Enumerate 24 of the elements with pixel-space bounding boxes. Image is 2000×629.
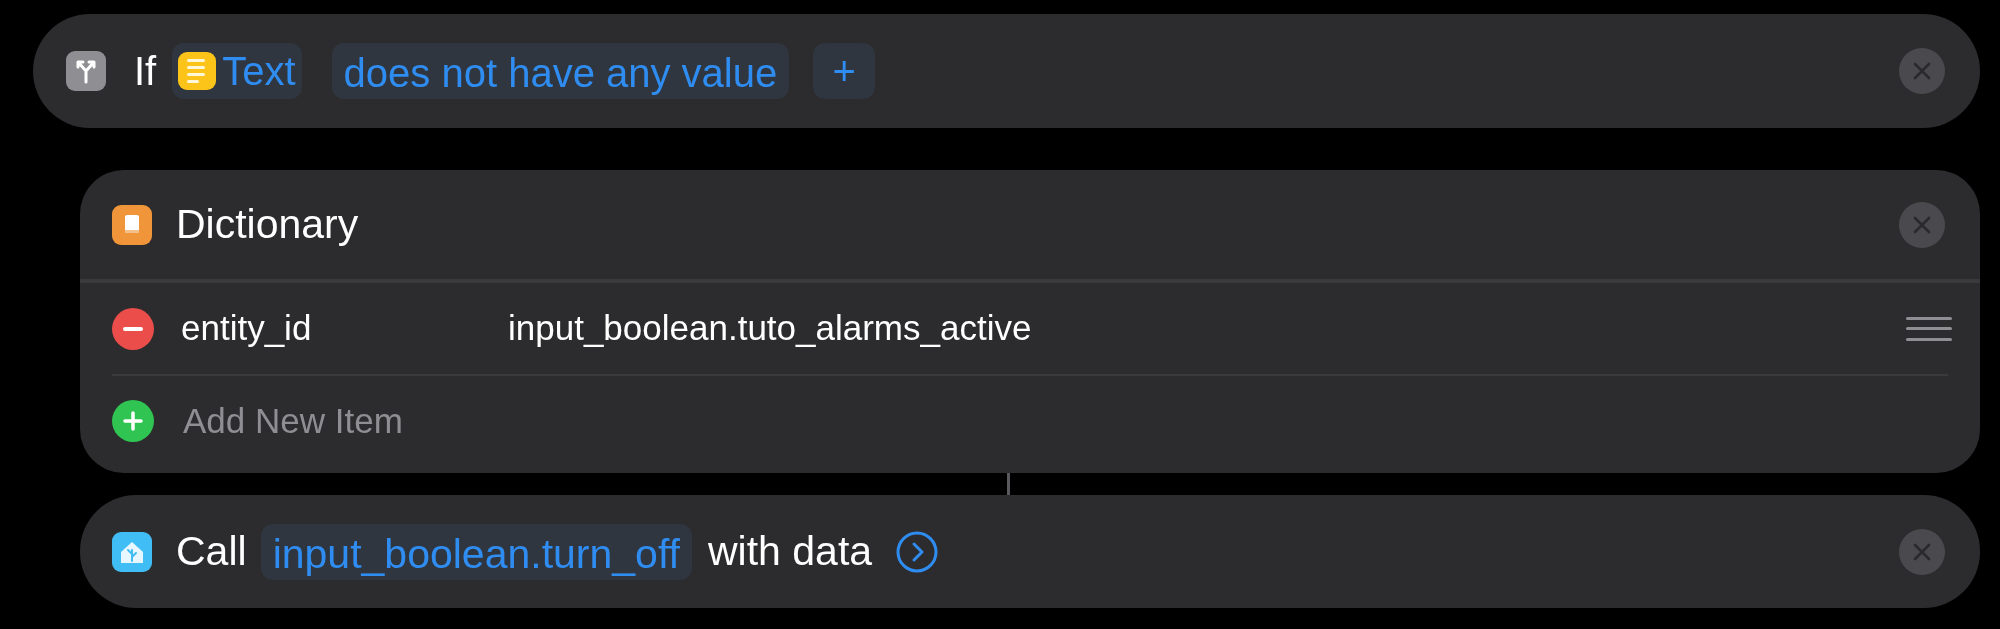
book-icon [112,204,152,245]
variable-token[interactable]: Text [172,43,302,99]
minus-icon [123,326,143,331]
plus-icon [112,400,154,442]
close-icon [1912,541,1932,562]
block-title: Dictionary [176,199,359,249]
branch-icon [66,51,106,91]
with-data-label: with data [707,526,873,576]
house-icon [112,531,152,572]
chevron-icon [896,530,939,573]
details-button[interactable] [896,530,939,573]
dictionary-key: entity_id [181,302,508,355]
text-icon [178,52,217,90]
call-label: Call [176,526,247,576]
condition-token[interactable]: does not have any value [331,43,790,99]
drag-handle-icon[interactable] [1906,316,1952,341]
service-token[interactable]: input_boolean.turn_off [260,523,692,580]
remove-button[interactable] [112,307,154,350]
if-label: If [134,48,157,95]
dictionary-value: input_boolean.tuto_alarms_active [508,307,1032,350]
close-icon [1912,214,1932,235]
add-item-button[interactable]: Add New Item [112,376,1980,466]
close-icon [1912,61,1932,81]
add-button[interactable]: + [813,43,876,99]
